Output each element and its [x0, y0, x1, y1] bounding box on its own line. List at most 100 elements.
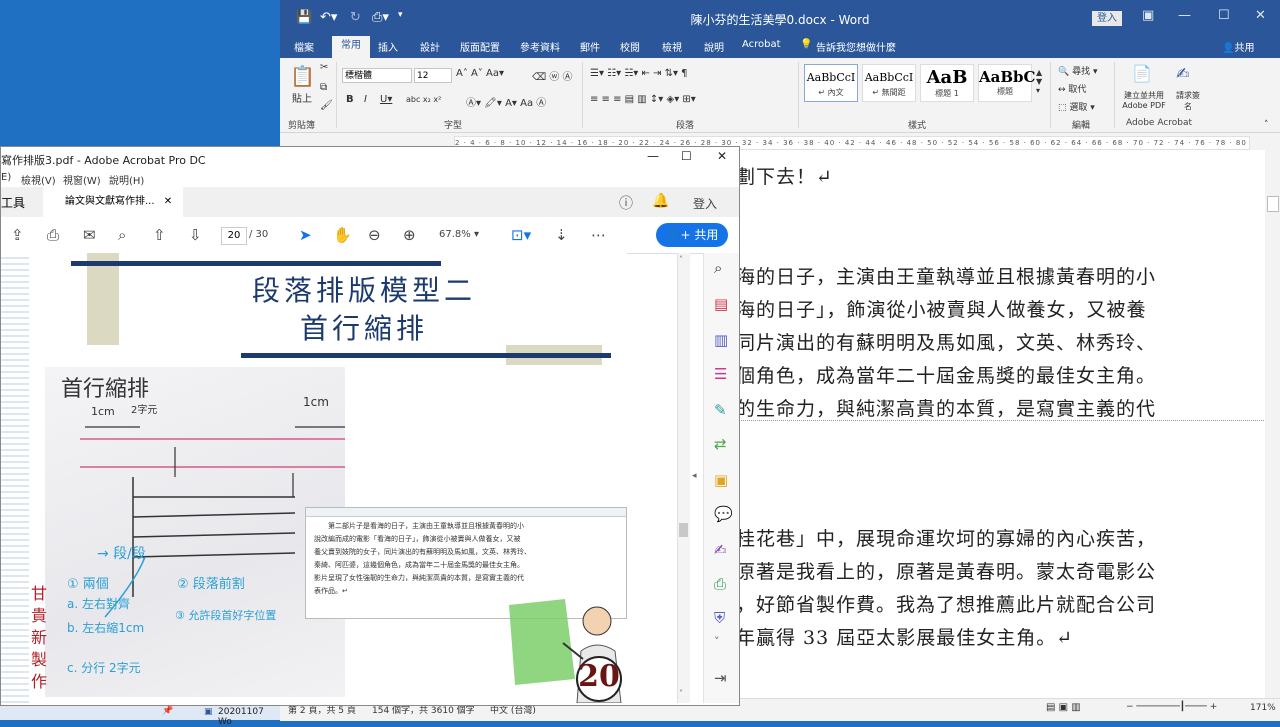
menu-help[interactable]: 說明(H) [109, 172, 144, 187]
tab-file[interactable]: 檔案 [294, 39, 314, 54]
font-size-combo[interactable]: 12 [414, 68, 452, 83]
fill-sign-icon[interactable]: ▣ [714, 471, 728, 489]
font-grow-icon[interactable]: A˄ A˅ Aa▾ [456, 68, 504, 79]
tab-review[interactable]: 校閱 [620, 39, 640, 54]
email-icon[interactable]: ✉ [83, 226, 96, 244]
compare-icon[interactable]: ⇄ [714, 435, 727, 453]
search-tool-icon[interactable]: ⌕ [714, 259, 722, 277]
search-icon[interactable]: ⌕ [118, 226, 126, 244]
paste-label[interactable]: 貼上 [292, 90, 312, 105]
paste-icon[interactable]: 📋 [290, 64, 315, 88]
align-icons[interactable]: ≡ ≡ ≡ ▤ ▥ ↕▾ ◈▾ ⊞▾ [590, 94, 696, 105]
zoom-out-icon[interactable]: ⊖ [368, 226, 381, 244]
minimize-icon[interactable]: — [1178, 8, 1191, 23]
tab-help[interactable]: 說明 [704, 39, 724, 54]
fit-page-icon[interactable]: ⊡▾ [511, 226, 531, 244]
close-icon[interactable]: ✕ [1255, 8, 1266, 23]
scroll-mode-icon[interactable]: ⇣ [555, 226, 568, 244]
strike-sub-super-icons[interactable]: abc x₂ x² [406, 95, 441, 104]
protect-icon[interactable]: ⛨ [714, 609, 725, 627]
menu-window[interactable]: 視窗(W) [63, 172, 101, 187]
export-pdf-tool-icon[interactable]: ▥ [714, 331, 728, 349]
maximize-icon[interactable]: ☐ [681, 149, 692, 163]
zoom-slider[interactable]: − ────────┃──── + [1126, 702, 1217, 712]
clear-format-icon[interactable]: ⌫ ⓦ Ⓐ [532, 68, 573, 83]
taskbar-item[interactable]: 📌 ▣ 20201107 Wo [0, 706, 280, 727]
underline-icon[interactable]: U▾ [380, 94, 392, 105]
pdf-page[interactable]: 段落排版模型二 首行縮排 首行縮排 1cm 2字元 1cm → 段/段 ① 兩個… [29, 253, 627, 704]
format-painter-icon[interactable]: 🖌 [320, 100, 333, 111]
zoom-level[interactable]: 67.8% ▾ [439, 229, 479, 240]
maximize-icon[interactable]: ☐ [1218, 8, 1230, 23]
close-icon[interactable]: ✕ [717, 149, 727, 163]
expand-panel-icon[interactable]: ⇥ [714, 669, 727, 687]
cut-icon[interactable]: ✂ [320, 62, 328, 73]
style-title[interactable]: AaBbC 標題 [978, 64, 1035, 102]
bold-icon[interactable]: B [346, 94, 354, 105]
create-pdf-tool-icon[interactable]: ▤ [714, 295, 728, 313]
menu-edit[interactable]: E) [1, 172, 11, 183]
replace-button[interactable]: ↔ 取代 [1058, 82, 1086, 95]
organize-pages-icon[interactable]: ☰ [714, 365, 727, 383]
list-icons[interactable]: ☰▾ ☷▾ ☵▾ ⇤ ⇥ ⇅▾ ¶ [590, 68, 688, 79]
word-share-button[interactable]: 👤共用 [1222, 39, 1254, 54]
upload-icon[interactable]: ⇪ [11, 226, 24, 244]
create-share-pdf-label[interactable]: 建立並共用 Adobe PDF [1118, 90, 1170, 110]
tab-view[interactable]: 檢視 [662, 39, 682, 54]
style-no-spacing[interactable]: AaBbCcI ↵ 無間距 [862, 64, 916, 102]
pin-icon[interactable]: 📌 [162, 706, 173, 716]
minimize-icon[interactable]: — [647, 149, 659, 163]
style-normal[interactable]: AaBbCcI ↵ 內文 [804, 64, 858, 102]
italic-icon[interactable]: I [364, 94, 367, 105]
tab-mailings[interactable]: 郵件 [580, 39, 600, 54]
help-icon[interactable]: ⓘ [619, 193, 633, 213]
scroll-thumb[interactable] [679, 523, 688, 537]
sign-icon[interactable]: ✍ [714, 541, 727, 559]
collapse-right-panel-icon[interactable]: ◂ [692, 471, 697, 481]
more-tools-chevron-icon[interactable]: ˅ [714, 635, 720, 648]
text-effects-icon[interactable]: Ⓐ▾ 🖍▾ A▾ Aa Ⓐ [466, 94, 546, 109]
styles-gallery-scroll-icon[interactable]: ▲ ▼ ▾ [1036, 68, 1042, 95]
next-page-icon[interactable]: ⇩ [189, 226, 202, 244]
print-icon[interactable]: ⎙ [47, 226, 59, 244]
view-mode-icons[interactable]: ▤ ▣ ▥ [1046, 702, 1081, 713]
prev-page-icon[interactable]: ⇧ [153, 226, 166, 244]
more-tools-icon[interactable]: ⋯ [591, 226, 606, 244]
tools-tab[interactable]: 工具 [1, 194, 25, 211]
ribbon-display-icon[interactable]: ▣ [1142, 8, 1154, 23]
scroll-thumb[interactable] [1267, 196, 1279, 212]
zoom-in-icon[interactable]: ⊕ [403, 226, 416, 244]
tab-home[interactable]: 常用 [332, 36, 370, 58]
tell-me-box[interactable]: 告訴我您想做什麼 [816, 39, 896, 54]
notification-bell-icon[interactable]: 🔔 [652, 193, 669, 209]
tab-layout[interactable]: 版面配置 [460, 39, 500, 54]
tab-design[interactable]: 設計 [420, 39, 440, 54]
comment-icon[interactable]: 💬 [714, 505, 733, 523]
close-tab-icon[interactable]: ✕ [164, 196, 172, 207]
menu-view[interactable]: 檢視(V) [21, 172, 56, 187]
zoom-level[interactable]: 171% [1250, 703, 1276, 713]
print-production-icon[interactable]: ⎙ [714, 575, 726, 593]
font-name-combo[interactable]: 標楷體 [342, 68, 412, 83]
select-button[interactable]: ⬚ 選取 ▾ [1058, 100, 1095, 113]
word-vertical-scrollbar[interactable] [1265, 150, 1280, 698]
scroll-up-icon[interactable]: ˄ [679, 255, 683, 264]
collapse-ribbon-icon[interactable]: ˄ [1264, 120, 1269, 130]
page-number-input[interactable]: 20 [221, 227, 247, 245]
tab-acrobat[interactable]: Acrobat [742, 39, 781, 50]
request-signature-icon[interactable]: ✍ [1176, 64, 1189, 83]
select-cursor-icon[interactable]: ➤ [299, 226, 312, 244]
hand-tool-icon[interactable]: ✋ [333, 226, 352, 244]
scroll-down-icon[interactable]: ˅ [679, 689, 683, 698]
request-signature-label[interactable]: 請求簽名 [1176, 90, 1200, 112]
document-tab[interactable]: 論文與文獻寫作排... ✕ [43, 187, 183, 217]
pdf-vertical-scrollbar[interactable]: ˄ ˅ [677, 253, 690, 703]
acrobat-login-button[interactable]: 登入 [693, 195, 717, 212]
edit-pdf-icon[interactable]: ✎ [714, 401, 727, 419]
create-pdf-icon[interactable]: 📄 [1132, 64, 1152, 83]
find-button[interactable]: 🔍 尋找 ▾ [1058, 64, 1097, 77]
tab-references[interactable]: 參考資料 [520, 39, 560, 54]
tab-insert[interactable]: 插入 [378, 39, 398, 54]
acrobat-share-button[interactable]: 👤+ 共用 [656, 223, 728, 247]
word-login-button[interactable]: 登入 [1092, 11, 1122, 26]
